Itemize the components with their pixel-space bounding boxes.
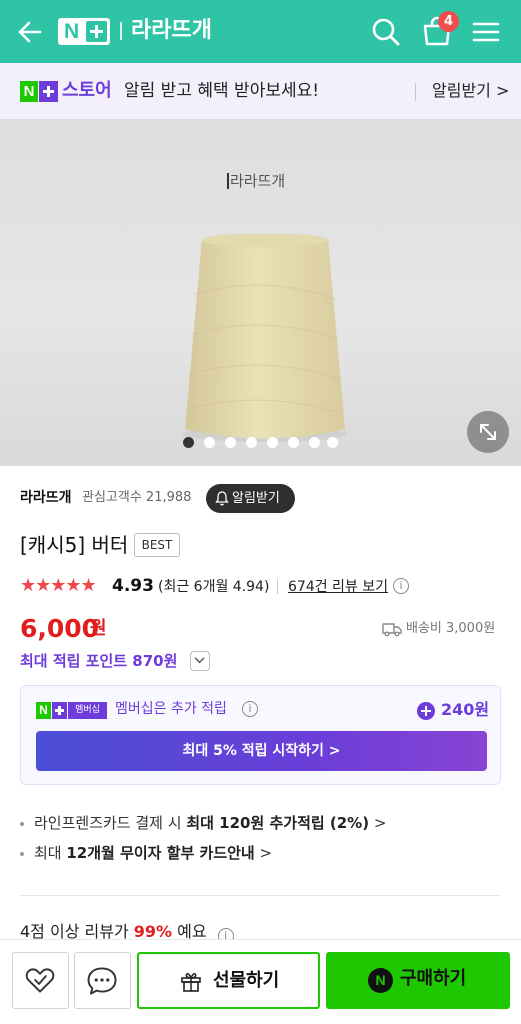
store-name[interactable]: 라라뜨개 (20, 488, 72, 508)
store-brand-label: 스토어 (62, 80, 112, 101)
best-badge: BEST (134, 533, 180, 557)
talk-button[interactable] (74, 952, 131, 1009)
chevron-down-icon (194, 657, 205, 664)
price-unit: 원 (90, 618, 107, 639)
membership-box: N 멤버십 멤버십은 추가 적립 i 240원 최대 5% 적립 시작하기 > (20, 685, 501, 785)
card-benefit-link[interactable]: 라인프렌즈카드 결제 시 최대 120원 추가적립 (2%) > (20, 811, 386, 835)
recent-rating: (최근 6개월 4.94) (158, 579, 270, 595)
subscribe-label: 알림받기 (232, 491, 280, 506)
plus-circle-icon (417, 702, 435, 720)
header-divider (120, 22, 122, 40)
benefit-prefix: 최대 (34, 844, 67, 862)
plus-icon (52, 702, 67, 719)
store-fans-count: 관심고객수 21,988 (82, 490, 192, 505)
info-icon[interactable]: i (242, 701, 258, 717)
store-subscribe-button[interactable]: 알림받기 (206, 484, 295, 513)
info-icon[interactable]: i (393, 578, 409, 594)
benefit-highlight: 최대 120원 추가적립 (2%) (186, 814, 370, 832)
carousel-dot[interactable] (309, 437, 320, 448)
menu-icon[interactable] (472, 18, 500, 46)
points-expand-button[interactable] (190, 651, 210, 671)
rating-row: ★★★★★ 4.93 (최근 6개월 4.94) 674건 리뷰 보기 i (20, 574, 500, 598)
membership-logo-text: 멤버십 (68, 702, 107, 719)
naver-store-logo: N (20, 81, 58, 102)
yarn-cone-image (183, 234, 347, 442)
notify-divider (415, 83, 416, 101)
gift-button[interactable]: 선물하기 (137, 952, 320, 1009)
benefit-highlight: 12개월 무이자 할부 카드안내 (66, 844, 255, 862)
shipping-info: 배송비 3,000원 (382, 618, 504, 640)
notify-message: 알림 받고 혜택 받아보세요! (124, 81, 320, 101)
store-title[interactable]: 라라뜨개 (131, 14, 212, 48)
naver-n-icon: N (36, 702, 51, 719)
rating-divider (277, 579, 278, 594)
shipping-fee: 배송비 3,000원 (406, 621, 496, 636)
logo-letter: N (64, 20, 80, 43)
rating-stars: ★★★★★ (20, 575, 97, 596)
store-info-row: 라라뜨개 관심고객수 21,988 알림받기 (0, 466, 521, 524)
bullet (20, 851, 24, 856)
section-divider (20, 895, 501, 896)
cart-count-badge: 4 (438, 11, 459, 32)
expand-icon[interactable] (467, 411, 509, 453)
carousel-dot[interactable] (225, 437, 236, 448)
image-brand-text: 라라뜨개 (226, 172, 286, 190)
notify-subscribe-link[interactable]: 알림받기 > (432, 77, 509, 105)
naver-pay-icon: N (368, 968, 393, 993)
membership-text: 멤버십은 추가 적립 (115, 701, 227, 717)
heart-check-icon (25, 968, 55, 993)
bottom-action-bar: 선물하기 N 구매하기 (0, 939, 521, 1024)
price-value: 6,000 (20, 614, 100, 643)
truck-icon (382, 623, 402, 637)
buy-label: 구매하기 (400, 968, 467, 989)
carousel-indicators (183, 437, 343, 449)
chat-icon (87, 967, 117, 995)
installment-benefit-link[interactable]: 최대 12개월 무이자 할부 카드안내 > (20, 841, 272, 865)
app-header: N 라라뜨개 4 (0, 0, 521, 63)
bullet (20, 821, 24, 826)
product-title: [캐시5] 버터 (20, 533, 129, 557)
naver-n-icon: N (20, 81, 38, 102)
membership-logo: N 멤버십 (36, 702, 107, 719)
membership-points: 240원 (441, 700, 490, 719)
carousel-dot[interactable] (246, 437, 257, 448)
back-arrow-icon[interactable] (16, 18, 44, 46)
bell-icon (215, 491, 229, 506)
benefit-chevron: > (369, 814, 387, 832)
buy-button[interactable]: N 구매하기 (326, 952, 510, 1009)
membership-start-button[interactable]: 최대 5% 적립 시작하기 > (36, 731, 487, 771)
gift-icon (181, 973, 201, 992)
carousel-dot[interactable] (327, 437, 338, 448)
carousel-dot[interactable] (204, 437, 215, 448)
carousel-dot[interactable] (183, 437, 194, 448)
benefit-prefix: 라인프렌즈카드 결제 시 (34, 814, 187, 832)
carousel-dot[interactable] (288, 437, 299, 448)
product-image-carousel[interactable]: 라라뜨개 (0, 119, 521, 466)
plus-icon (86, 21, 107, 42)
benefit-chevron: > (254, 844, 273, 862)
gift-label: 선물하기 (213, 970, 280, 991)
reviews-link[interactable]: 674건 리뷰 보기 (288, 576, 388, 598)
notify-banner: N 스토어 알림 받고 혜택 받아보세요! 알림받기 > (0, 63, 521, 119)
plus-icon (39, 81, 58, 102)
max-points: 최대 적립 포인트 870원 (20, 652, 178, 670)
wishlist-button[interactable] (12, 952, 69, 1009)
carousel-dot[interactable] (267, 437, 278, 448)
naver-plus-logo[interactable]: N (58, 18, 110, 45)
rating-score: 4.93 (112, 576, 154, 596)
search-icon[interactable] (370, 16, 402, 48)
